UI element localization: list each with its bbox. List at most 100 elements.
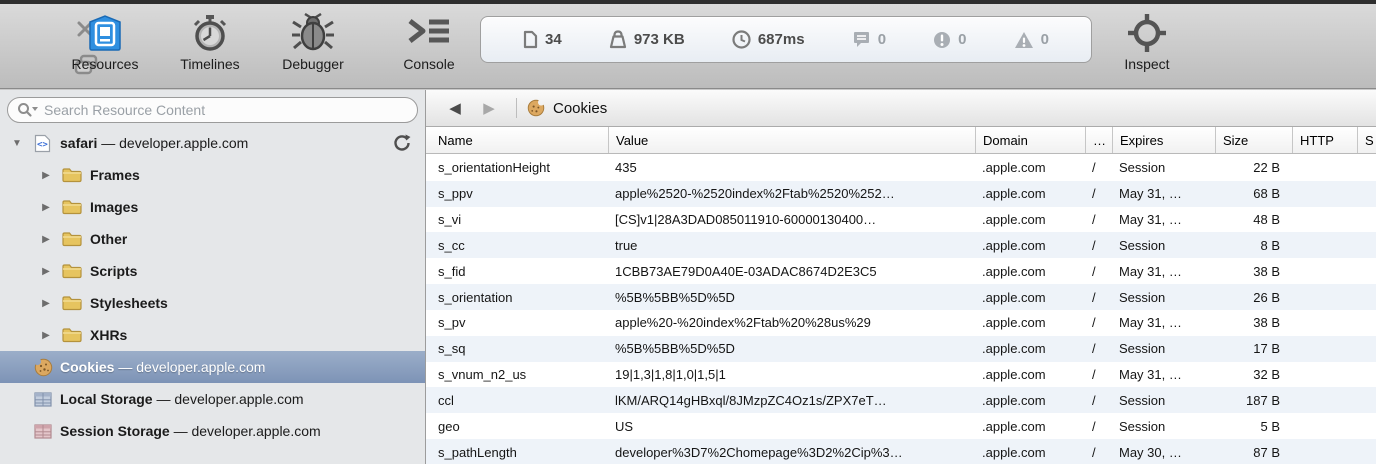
cell-domain: .apple.com [975, 232, 1085, 258]
cookie-table-row[interactable]: s_vi [CS]v1|28A3DAD085011910-60000130400… [426, 207, 1376, 233]
cookie-table-row[interactable]: s_sq %5B%5BB%5D%5D .apple.com / Session … [426, 336, 1376, 362]
column-header-value[interactable]: Value [608, 127, 975, 153]
toolbar-button-console[interactable]: Console [381, 12, 477, 86]
disclosure-closed-icon[interactable]: ▶ [40, 202, 52, 213]
cell-path: / [1085, 310, 1112, 336]
cell-secure [1357, 232, 1376, 258]
cell-name: s_cc [426, 232, 608, 258]
resource-suffix: — developer.apple.com [114, 359, 265, 375]
column-header-path[interactable]: … [1085, 127, 1112, 153]
cell-expires: Session [1112, 387, 1215, 413]
cookie-table-row[interactable]: geo US .apple.com / Session 5 B [426, 413, 1376, 439]
cell-domain: .apple.com [975, 181, 1085, 207]
cookie-table-row[interactable]: s_ppv apple%2520-%2520index%2Ftab%2520%2… [426, 181, 1376, 207]
cookie-table-row[interactable]: s_pv apple%20-%20index%2Ftab%20%28us%29 … [426, 310, 1376, 336]
cookie-table-row[interactable]: s_fid 1CBB73AE79D0A40E-03ADAC8674D2E3C5 … [426, 258, 1376, 284]
cell-path: / [1085, 155, 1112, 181]
cookie-table-row[interactable]: s_cc true .apple.com / Session 8 B [426, 232, 1376, 258]
stat-warnings[interactable]: 0 [1014, 31, 1049, 49]
disclosure-closed-icon[interactable]: ▶ [40, 234, 52, 245]
forward-button[interactable]: ▶ [472, 99, 506, 117]
cell-size: 5 B [1215, 413, 1292, 439]
cell-path: / [1085, 232, 1112, 258]
search-input[interactable] [7, 97, 418, 123]
sidebar-item-other[interactable]: ▶ Other [0, 223, 425, 255]
back-button[interactable]: ◀ [438, 99, 472, 117]
disclosure-open-icon[interactable]: ▼ [11, 138, 23, 149]
cell-expires: May 31, … [1112, 207, 1215, 233]
cookie-table-row[interactable]: s_vnum_n2_us 19|1,3|1,8|1,0|1,5|1 .apple… [426, 362, 1376, 388]
stat-errors[interactable]: 0 [933, 31, 966, 49]
sidebar-item-frames[interactable]: ▶ Frames [0, 159, 425, 191]
toolbar-button-inspect[interactable]: Inspect [1099, 12, 1195, 86]
cell-path: / [1085, 207, 1112, 233]
sidebar-item-session-storage[interactable]: Session Storage — developer.apple.com [0, 415, 425, 447]
sidebar-item-scripts[interactable]: ▶ Scripts [0, 255, 425, 287]
resource-suffix: — developer.apple.com [97, 135, 248, 151]
column-header-secure[interactable]: S [1357, 127, 1376, 153]
resource-name: Other [90, 231, 127, 247]
disclosure-closed-icon[interactable]: ▶ [40, 298, 52, 309]
cookie-table-row[interactable]: s_orientationHeight 435 .apple.com / Ses… [426, 155, 1376, 181]
column-header-size[interactable]: Size [1215, 127, 1292, 153]
resource-stats-bar: 34 973 KB 687ms [480, 16, 1092, 63]
cell-size: 8 B [1215, 232, 1292, 258]
toolbar-button-resources[interactable]: Resources [57, 12, 153, 86]
stat-errors-value: 0 [958, 31, 966, 48]
cookies-panel: ◀ ▶ Cookies Name Value Domain … [426, 90, 1376, 464]
cell-name: s_sq [426, 336, 608, 362]
stat-load-time[interactable]: 687ms [732, 30, 805, 49]
sidebar-item-cookies[interactable]: Cookies — developer.apple.com [0, 351, 425, 383]
toolbar-button-debugger[interactable]: Debugger [265, 12, 361, 86]
cookie-table-row[interactable]: ccl lKM/ARQ14gHBxql/8JMzpZC4Oz1s/ZPX7eT…… [426, 387, 1376, 413]
column-header-http[interactable]: HTTP [1292, 127, 1357, 153]
cookie-table-row[interactable]: s_pathLength developer%3D7%2Chomepage%3D… [426, 439, 1376, 464]
document-icon [523, 30, 538, 49]
cell-domain: .apple.com [975, 310, 1085, 336]
stat-transfer-size[interactable]: 973 KB [609, 30, 685, 49]
sidebar-item-frame-safari[interactable]: ▼ <> safari — developer.apple.com [0, 127, 425, 159]
disclosure-closed-icon[interactable]: ▶ [40, 266, 52, 277]
cell-expires: May 31, … [1112, 258, 1215, 284]
cell-domain: .apple.com [975, 284, 1085, 310]
cell-expires: May 31, … [1112, 362, 1215, 388]
sidebar-item-xhrs[interactable]: ▶ XHRs [0, 319, 425, 351]
stat-logs[interactable]: 0 [852, 31, 886, 49]
cell-domain: .apple.com [975, 258, 1085, 284]
disclosure-closed-icon[interactable]: ▶ [40, 330, 52, 341]
cell-value: 19|1,3|1,8|1,0|1,5|1 [608, 362, 975, 388]
sidebar-item-stylesheets[interactable]: ▶ Stylesheets [0, 287, 425, 319]
web-inspector-window: Resources Timelines [0, 0, 1376, 464]
resource-name: Stylesheets [90, 295, 168, 311]
column-header-expires[interactable]: Expires [1112, 127, 1215, 153]
column-header-name[interactable]: Name [426, 127, 608, 153]
resource-suffix: — developer.apple.com [170, 423, 321, 439]
stat-documents[interactable]: 34 [523, 30, 562, 49]
resource-name: Cookies [60, 359, 114, 375]
cell-domain: .apple.com [975, 207, 1085, 233]
cell-secure [1357, 155, 1376, 181]
folder-icon [62, 231, 82, 247]
sidebar-item-local-storage[interactable]: Local Storage — developer.apple.com [0, 383, 425, 415]
resource-name: Scripts [90, 263, 137, 279]
cell-expires: Session [1112, 336, 1215, 362]
cell-value: [CS]v1|28A3DAD085011910-60000130400… [608, 207, 975, 233]
cell-http [1292, 413, 1357, 439]
cell-size: 87 B [1215, 439, 1292, 464]
cell-http [1292, 181, 1357, 207]
reload-button[interactable] [393, 134, 411, 152]
cell-secure [1357, 387, 1376, 413]
toolbar-button-timelines[interactable]: Timelines [162, 12, 258, 86]
cell-path: / [1085, 439, 1112, 464]
disclosure-closed-icon[interactable]: ▶ [40, 170, 52, 181]
cell-expires: Session [1112, 232, 1215, 258]
stat-load-time-value: 687ms [758, 31, 805, 48]
folder-icon [62, 167, 82, 183]
cell-path: / [1085, 258, 1112, 284]
cookie-icon [527, 99, 545, 117]
cell-http [1292, 232, 1357, 258]
reload-icon [393, 134, 411, 152]
sidebar-item-images[interactable]: ▶ Images [0, 191, 425, 223]
cookie-table-row[interactable]: s_orientation %5B%5BB%5D%5D .apple.com /… [426, 284, 1376, 310]
column-header-domain[interactable]: Domain [975, 127, 1085, 153]
